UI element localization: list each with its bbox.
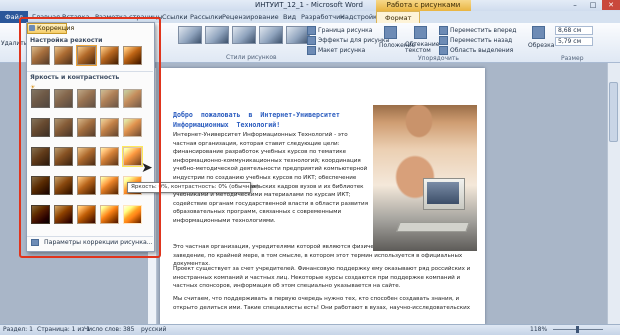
- status-word-count[interactable]: Число слов: 385: [84, 326, 134, 333]
- bring-forward-button[interactable]: Переместить вперед: [450, 27, 516, 34]
- tab-mailings[interactable]: Рассылки: [190, 11, 223, 23]
- status-language[interactable]: русский: [141, 326, 166, 333]
- picture-layout-button[interactable]: Макет рисунка: [318, 47, 365, 54]
- status-page[interactable]: Страница: 1 из 1: [37, 326, 90, 333]
- picture-styles-group-label: Стили рисунков: [226, 54, 277, 61]
- crop-icon: [532, 26, 545, 39]
- send-backward-button[interactable]: Переместить назад: [450, 37, 512, 44]
- status-section: Раздел: 1: [3, 326, 33, 333]
- size-group-label: Размер: [561, 55, 584, 62]
- crop-button[interactable]: Обрезка: [528, 42, 554, 49]
- tab-format[interactable]: Формат: [376, 11, 421, 23]
- effects-icon: [307, 36, 316, 45]
- photo-keyboard-shape: [396, 222, 470, 232]
- window-title: ИНТУИТ_12_1 - Microsoft Word: [255, 1, 363, 9]
- selection-pane-icon: [439, 46, 448, 55]
- picture-style-2[interactable]: [205, 26, 229, 44]
- picture-border-button[interactable]: Граница рисунка: [318, 27, 372, 34]
- tab-references[interactable]: Ссылки: [162, 11, 188, 23]
- scrollbar-thumb[interactable]: [609, 82, 618, 142]
- wrap-text-button[interactable]: Обтекание текстом: [405, 42, 439, 54]
- document-heading: Добро пожаловать в Интернет-Университет …: [173, 111, 340, 129]
- layout-icon: [307, 46, 316, 55]
- arrange-group-label: Упорядочить: [418, 55, 459, 62]
- tab-developer[interactable]: Разработчик: [301, 11, 344, 23]
- height-field[interactable]: 8,68 см: [555, 26, 593, 35]
- tab-view[interactable]: Вид: [283, 11, 296, 23]
- wrap-text-icon: [414, 26, 427, 39]
- send-backward-icon: [439, 36, 448, 45]
- zoom-slider-thumb[interactable]: [576, 326, 579, 333]
- picture-style-3[interactable]: [232, 26, 256, 44]
- tab-review[interactable]: Рецензирование: [222, 11, 279, 23]
- position-icon: [384, 26, 397, 39]
- border-icon: [307, 26, 316, 35]
- minimize-button[interactable]: –: [566, 0, 584, 10]
- picture-style-4[interactable]: [259, 26, 283, 44]
- picture-style-1[interactable]: [178, 26, 202, 44]
- status-zoom[interactable]: 118%: [530, 326, 547, 333]
- bring-forward-icon: [439, 26, 448, 35]
- selection-pane-button[interactable]: Область выделения: [450, 47, 513, 54]
- photo-monitor-screen: [427, 182, 459, 204]
- paragraph-1: Интернет-Университет Информационных Техн…: [173, 132, 369, 224]
- width-field[interactable]: 5,79 см: [555, 37, 593, 46]
- paragraph-3: Проект существует за счет учредителей. Ф…: [173, 266, 471, 290]
- context-group-label: Работа с рисунками: [376, 0, 471, 11]
- close-button[interactable]: ✕: [602, 0, 620, 10]
- maximize-button[interactable]: □: [584, 0, 602, 10]
- highlight-frame: [19, 17, 161, 258]
- paragraph-4: Мы считаем, что поддерживать в первую оч…: [173, 296, 471, 311]
